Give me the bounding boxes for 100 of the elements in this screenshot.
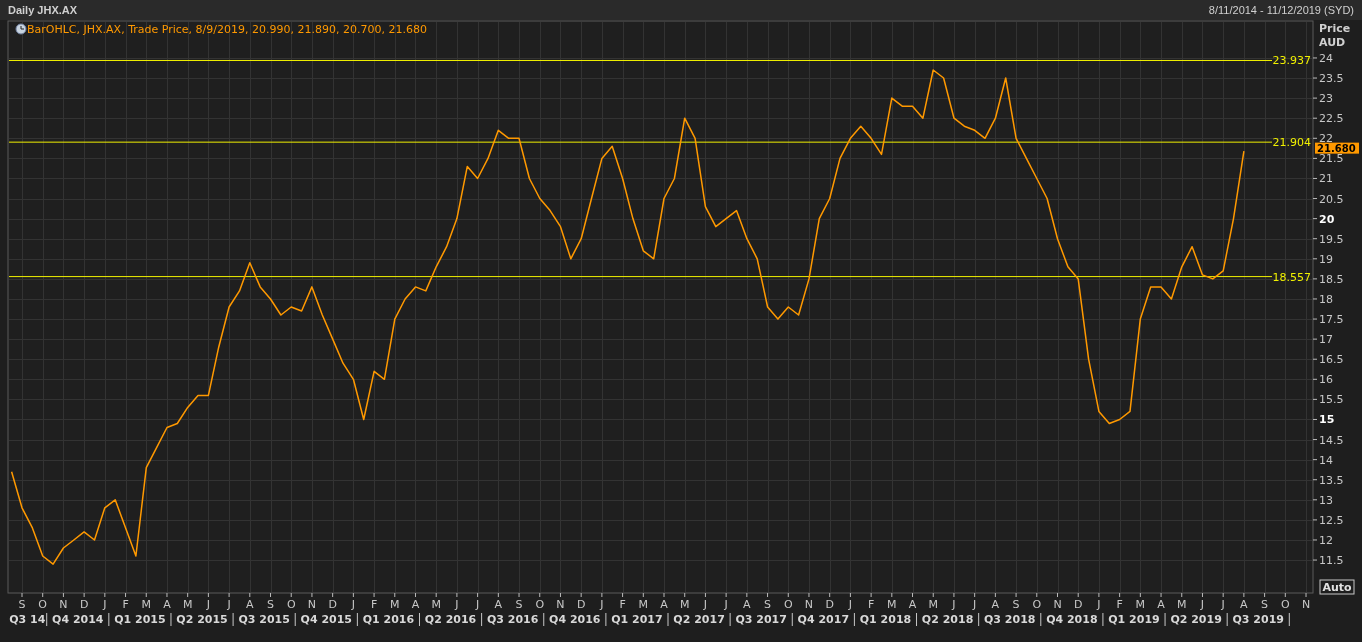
x-axis-label: M xyxy=(928,598,938,611)
x-axis-label: N xyxy=(804,598,814,611)
quarter-label: Q4 2016 xyxy=(549,613,601,626)
x-axis-label: S xyxy=(764,598,772,611)
y-axis-label: 12.5 xyxy=(1319,513,1344,527)
x-axis-label: A xyxy=(908,598,917,611)
x-axis-label: N xyxy=(1301,598,1311,611)
x-axis-label: M xyxy=(1177,598,1187,611)
quarter-label: Q3 2019 xyxy=(1232,613,1284,626)
x-axis-label: J xyxy=(703,598,708,611)
y-axis-label: 12 xyxy=(1319,534,1333,547)
x-axis-label: J xyxy=(600,598,604,611)
x-axis-label: M xyxy=(182,598,193,611)
x-axis-label: O xyxy=(1032,598,1042,611)
x-axis-label: O xyxy=(38,598,48,611)
y-axis-label: 17 xyxy=(1319,333,1333,347)
y-axis-label: 20.5 xyxy=(1319,192,1344,206)
x-axis-label: J xyxy=(455,598,459,611)
x-axis-label: A xyxy=(1240,598,1248,611)
level-value-label: 18.557 xyxy=(1272,270,1311,284)
x-axis-label: M xyxy=(1135,598,1146,611)
y-axis-label: 15.5 xyxy=(1319,393,1344,407)
x-axis-label: S xyxy=(267,598,274,611)
level-value-label: 23.937 xyxy=(1272,54,1311,68)
y-axis-label: 15 xyxy=(1319,413,1335,427)
x-axis-label: J xyxy=(1221,598,1225,611)
x-axis-label: D xyxy=(576,598,586,611)
y-axis-label: 23 xyxy=(1319,92,1333,106)
x-axis-label: O xyxy=(535,598,545,611)
y-axis-label: 17.5 xyxy=(1319,313,1344,327)
x-axis-label: F xyxy=(1116,598,1123,611)
x-axis-label: J xyxy=(952,598,956,611)
quarter-label: Q1 2016 xyxy=(362,613,415,626)
quarter-label: Q4 2015 xyxy=(300,613,352,626)
x-axis-label: S xyxy=(515,598,523,611)
x-axis-label: M xyxy=(141,598,151,611)
chart-title: Daily JHX.AX xyxy=(8,2,78,18)
x-axis-label: J xyxy=(103,598,107,611)
auto-button[interactable]: Auto xyxy=(1319,579,1355,595)
axis-unit-label: Price xyxy=(1319,22,1351,35)
last-price-tag: 21.680 xyxy=(1315,142,1359,155)
x-axis-label: A xyxy=(494,598,503,611)
clock-icon xyxy=(15,23,27,35)
quarter-label: Q2 2019 xyxy=(1170,613,1222,626)
level-value-label: 21.904 xyxy=(1272,136,1311,150)
x-axis-label: M xyxy=(638,598,649,611)
x-axis-label: F xyxy=(867,598,875,611)
x-axis-label: D xyxy=(79,598,89,611)
y-axis-label: 13 xyxy=(1319,493,1333,507)
date-range: 8/11/2014 - 11/12/2019 (SYD) xyxy=(1208,2,1354,18)
x-axis-label: A xyxy=(991,598,1000,611)
x-axis-label: F xyxy=(619,598,626,611)
x-axis-label: M xyxy=(679,598,690,611)
legend-text: BarOHLC, JHX.AX, Trade Price, 8/9/2019, 20.990, 21.890, 20.700, 21.680 xyxy=(27,23,427,36)
quarter-label: Q1 2018 xyxy=(859,613,912,626)
quarter-label: Q1 2017 xyxy=(611,613,663,626)
quarter-label: Q4 2014 xyxy=(52,613,104,626)
y-axis-label: 23.5 xyxy=(1319,72,1344,86)
x-axis-label: J xyxy=(973,598,977,611)
x-axis-label: N xyxy=(556,598,565,611)
x-axis-label: J xyxy=(476,598,480,611)
x-axis-label: O xyxy=(286,598,296,611)
y-axis-label: 24 xyxy=(1319,51,1333,65)
y-axis-label: 21 xyxy=(1319,172,1333,186)
x-axis-label: O xyxy=(783,598,793,611)
y-axis-label: 19 xyxy=(1319,252,1333,266)
y-axis-label: 14.5 xyxy=(1319,433,1344,447)
x-axis-label: J xyxy=(1097,598,1101,611)
y-axis-label: 18.5 xyxy=(1319,272,1344,286)
x-axis-label: J xyxy=(1200,598,1205,611)
x-axis-label: N xyxy=(1053,598,1062,611)
x-axis-label: J xyxy=(206,598,210,611)
x-axis-label: J xyxy=(848,598,853,611)
y-axis-label: 16.5 xyxy=(1319,353,1344,367)
quarter-label: Q2 2015 xyxy=(176,613,228,626)
x-axis-label: A xyxy=(1157,598,1165,611)
quarter-label: Q3 2018 xyxy=(984,613,1036,626)
x-axis-label: D xyxy=(825,598,834,611)
quarter-label: Q3 2015 xyxy=(238,613,290,626)
y-axis-label: 11.5 xyxy=(1319,554,1344,568)
y-axis-label: 16 xyxy=(1319,373,1333,387)
x-axis-label: F xyxy=(370,598,378,611)
quarter-label: Q2 2017 xyxy=(673,613,725,626)
quarter-label: Q1 2015 xyxy=(114,613,166,626)
y-axis-label: 13.5 xyxy=(1319,473,1344,487)
x-axis-label: J xyxy=(351,598,355,611)
quarter-label: Q2 2016 xyxy=(424,613,477,626)
x-axis-label: M xyxy=(887,598,897,611)
x-axis-label: J xyxy=(227,598,231,611)
x-axis-label: F xyxy=(122,598,129,611)
quarter-label: Q4 2018 xyxy=(1046,613,1098,626)
x-axis-label: A xyxy=(246,598,254,611)
quarter-label: Q3 14 xyxy=(9,613,46,626)
y-axis-label: 18 xyxy=(1319,292,1333,306)
x-axis-label: N xyxy=(59,598,68,611)
y-axis-label: 20 xyxy=(1319,212,1335,226)
quarter-label: Q4 2017 xyxy=(797,613,850,626)
x-axis-label: O xyxy=(1280,598,1290,611)
x-axis-label: D xyxy=(1073,598,1083,611)
axis-unit-label: AUD xyxy=(1319,36,1346,49)
